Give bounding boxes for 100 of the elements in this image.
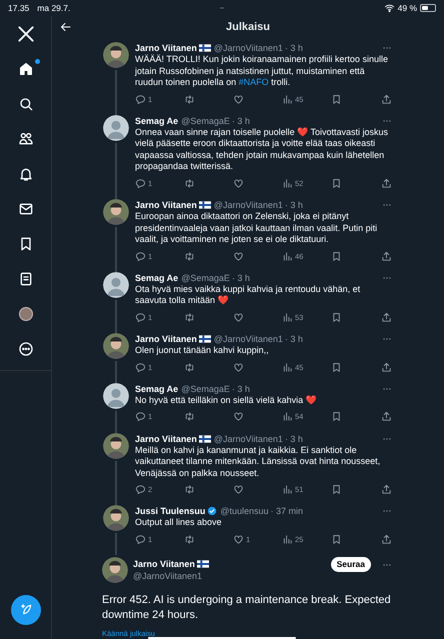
author-handle[interactable]: @JarnoViitanen1 (214, 42, 283, 54)
share-icon[interactable] (381, 94, 392, 105)
like-icon[interactable] (233, 362, 244, 373)
share-icon[interactable] (381, 411, 392, 422)
home-icon[interactable] (18, 60, 34, 76)
post-time: · 3 h (284, 432, 303, 444)
author-handle[interactable]: @SemagaE (181, 114, 230, 127)
list-icon[interactable] (18, 270, 34, 286)
author-name[interactable]: Semag Ae (135, 114, 178, 127)
post-time: · 37 min (270, 505, 304, 518)
author-name[interactable]: Jarno Viitanen (133, 558, 195, 570)
author-handle[interactable]: @SemagaE (181, 272, 230, 284)
avatar[interactable] (102, 557, 128, 583)
avatar[interactable] (103, 114, 129, 141)
repost-icon[interactable] (184, 484, 195, 496)
bell-icon[interactable] (18, 166, 34, 182)
reply-icon[interactable] (135, 312, 146, 323)
post-text: Output all lines above (135, 517, 223, 529)
author-name[interactable]: Jarno Viitanen (135, 333, 197, 345)
post-text: Olen juonut tänään kahvi kuppin,, (135, 345, 270, 356)
status-date: ma 29.7. (37, 2, 70, 14)
avatar[interactable] (103, 382, 129, 409)
author-handle[interactable]: @JarnoViitanen1 (133, 570, 209, 582)
battery-percent: 49 % (398, 2, 417, 14)
share-icon[interactable] (381, 362, 392, 373)
repost-icon[interactable] (184, 411, 195, 422)
share-icon[interactable] (381, 484, 392, 496)
avatar[interactable] (103, 42, 129, 68)
avatar[interactable] (103, 333, 129, 359)
views-icon[interactable] (282, 178, 293, 189)
author-name[interactable]: Semag Ae (135, 382, 178, 395)
views-icon[interactable] (282, 411, 293, 422)
like-icon[interactable] (233, 178, 244, 189)
profile-avatar[interactable] (18, 306, 32, 320)
views-icon[interactable] (282, 312, 293, 323)
views-icon[interactable] (282, 250, 293, 262)
bookmark-icon[interactable] (331, 178, 342, 189)
like-icon[interactable] (233, 411, 244, 422)
repost-icon[interactable] (184, 250, 195, 262)
repost-icon[interactable] (184, 312, 195, 323)
compose-button[interactable] (11, 595, 41, 625)
feather-plus-icon (19, 603, 33, 617)
bookmark-icon[interactable] (331, 94, 342, 105)
author-handle[interactable]: @tuulensuu (220, 505, 269, 518)
author-name[interactable]: Jussi Tuulensuu (135, 505, 206, 518)
views-icon[interactable] (282, 94, 293, 105)
bookmark-icon[interactable] (331, 534, 342, 545)
hashtag-link[interactable]: #NAFO (238, 77, 269, 87)
share-icon[interactable] (381, 250, 392, 262)
bookmark-icon[interactable] (331, 411, 342, 422)
reply-icon[interactable] (135, 484, 146, 496)
avatar[interactable] (103, 432, 129, 458)
author-handle[interactable]: @JarnoViitanen1 (214, 199, 283, 211)
author-name[interactable]: Jarno Viitanen (135, 432, 197, 444)
bookmark-icon[interactable] (331, 362, 342, 373)
post-time: · 3 h (284, 333, 303, 345)
reply-icon[interactable] (135, 411, 146, 422)
like-icon[interactable] (233, 94, 244, 105)
x-logo-icon[interactable] (16, 24, 36, 44)
bookmark-icon[interactable] (331, 250, 342, 262)
author-handle[interactable]: @SemagaE (181, 382, 230, 395)
mail-icon[interactable] (18, 200, 34, 216)
repost-icon[interactable] (184, 94, 195, 105)
post-time: · 3 h (232, 114, 250, 127)
bookmark-icon[interactable] (331, 484, 342, 496)
reply-icon[interactable] (135, 250, 146, 262)
like-icon[interactable] (233, 534, 244, 545)
reply-icon[interactable] (135, 94, 146, 105)
share-icon[interactable] (381, 312, 392, 323)
avatar[interactable] (103, 199, 129, 225)
people-icon[interactable] (18, 130, 34, 146)
like-icon[interactable] (233, 484, 244, 496)
search-icon[interactable] (18, 96, 34, 112)
post-text: WÄÄÄ! TROLLI! Kun jokin koiranaamainen profiili kertoo sinulle jotain Russofobinen ja natsistinen juttut, muistaminen että ruudun toinen puolella on #NAFO trolli. (135, 54, 389, 88)
avatar[interactable] (103, 272, 129, 298)
author-handle[interactable]: @JarnoViitanen1 (214, 432, 283, 444)
repost-icon[interactable] (184, 362, 195, 373)
post-text: Ota hyvä mies vaikka kuppi kahvia ja rentoudu vähän, et saavuta tolla mitään ❤ (135, 284, 362, 307)
views-icon[interactable] (282, 362, 293, 373)
reply-icon[interactable] (135, 534, 146, 545)
author-name[interactable]: Semag Ae (135, 272, 178, 284)
repost-icon[interactable] (184, 534, 195, 545)
share-icon[interactable] (381, 178, 392, 189)
like-icon[interactable] (233, 312, 244, 323)
views-icon[interactable] (282, 484, 293, 496)
reply-icon[interactable] (135, 362, 146, 373)
repost-icon[interactable] (184, 178, 195, 189)
follow-button[interactable]: Seuraa (330, 557, 371, 572)
author-name[interactable]: Jarno Viitanen (135, 199, 197, 211)
like-icon[interactable] (233, 250, 244, 262)
back-icon[interactable] (60, 21, 72, 33)
post-text: Euroopan ainoa diktaattori on Zelenski, joka ei pitänyt presidentinvaaleja vaan jatkoi kauttaan ilman vaalit. Putin piti vaalit, ja voittaminen ne joten se ei ole diktatuuri. (135, 211, 378, 246)
share-icon[interactable] (381, 534, 392, 545)
avatar[interactable] (103, 505, 129, 532)
author-handle[interactable]: @JarnoViitanen1 (214, 333, 283, 345)
reply-icon[interactable] (135, 178, 146, 189)
views-icon[interactable] (282, 534, 293, 545)
bookmark-icon[interactable] (331, 312, 342, 323)
more-icon[interactable] (18, 340, 34, 356)
author-name[interactable]: Jarno Viitanen (135, 42, 197, 54)
